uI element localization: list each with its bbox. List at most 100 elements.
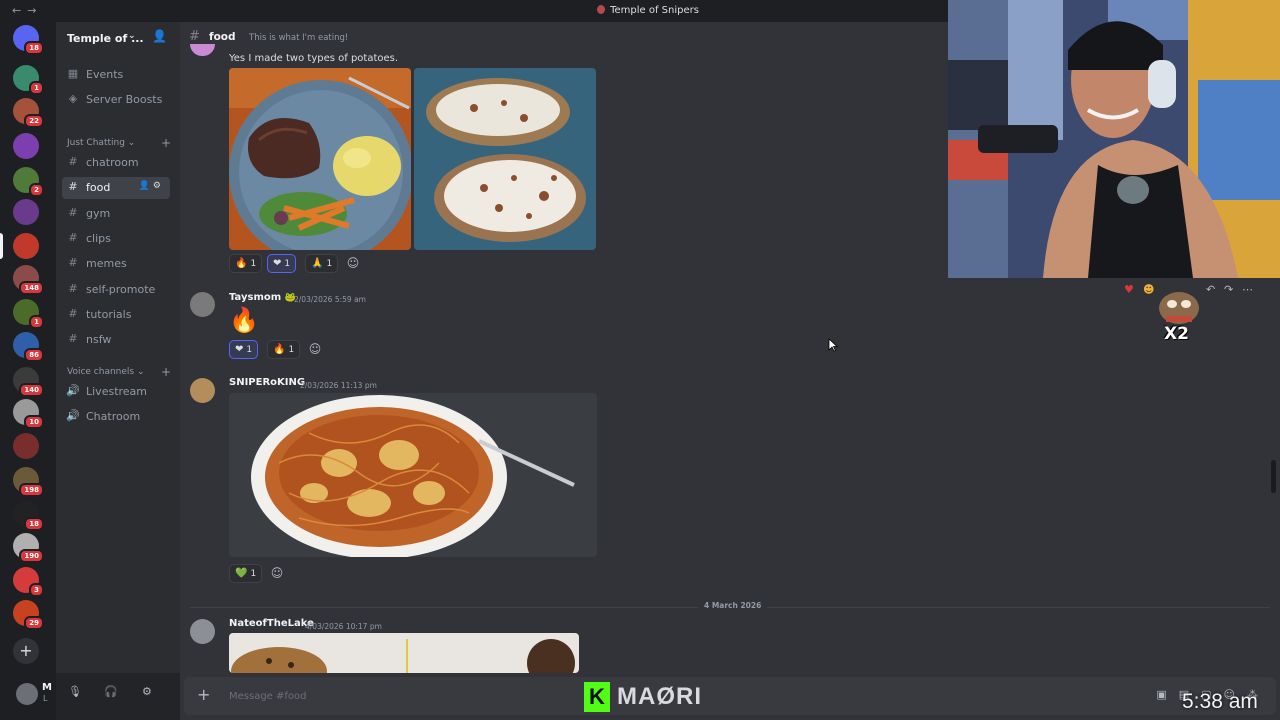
- sidebar-item-memes[interactable]: # memes: [62, 253, 170, 275]
- message-timestamp: 4/03/2026 10:17 pm: [305, 622, 382, 631]
- hash-icon: #: [68, 230, 78, 244]
- reaction-emoji: ❤: [235, 344, 244, 355]
- gear-icon[interactable]: ⚙: [142, 685, 152, 698]
- add-reaction-icon[interactable]: ☺: [269, 565, 285, 581]
- server-icon-server-9[interactable]: 1: [13, 299, 44, 329]
- clock: 5:38 am: [1182, 690, 1258, 713]
- sidebar-item-label: memes: [86, 257, 127, 271]
- sidebar-item-nsfw[interactable]: # nsfw: [62, 329, 170, 351]
- server-icon-server-11[interactable]: 140: [13, 367, 44, 397]
- unread-badge: 190: [19, 549, 44, 563]
- avatar[interactable]: [190, 44, 215, 56]
- boost-icon: ◈: [68, 92, 78, 105]
- author-name[interactable]: NateofTheLake: [229, 618, 314, 629]
- server-icon-temple-of-snipers[interactable]: [13, 233, 39, 259]
- sidebar-item-events[interactable]: ▦ Events: [62, 64, 170, 86]
- sidebar-item-label: gym: [86, 206, 111, 220]
- sidebar-item-chatroom[interactable]: # chatroom: [62, 152, 170, 174]
- reaction-count: 1: [326, 259, 333, 269]
- headphones-icon[interactable]: 🎧: [104, 685, 118, 698]
- scrollbar[interactable]: [1271, 460, 1276, 493]
- reaction-button[interactable]: ❤ 1: [267, 254, 297, 273]
- guild-header[interactable]: Temple of ... ⌄ 👤: [56, 22, 180, 54]
- add-reaction-icon[interactable]: ☺: [345, 255, 361, 271]
- add-channel-icon[interactable]: +: [161, 365, 171, 379]
- sidebar-item-label: chatroom: [86, 156, 139, 169]
- emoji-icon[interactable]: ☻: [1143, 283, 1154, 296]
- avatar[interactable]: [190, 619, 215, 644]
- add-channel-icon[interactable]: +: [161, 136, 171, 150]
- avatar[interactable]: [190, 292, 215, 317]
- reaction-button[interactable]: ❤ 1: [229, 340, 259, 359]
- sidebar-item-tutorials[interactable]: # tutorials: [62, 304, 170, 326]
- server-icon-server-4[interactable]: [13, 133, 39, 159]
- kick-logo: K MAØRI: [584, 682, 702, 712]
- noodles-photo[interactable]: [229, 393, 597, 557]
- baked-potato-photo[interactable]: [414, 68, 596, 250]
- reaction-button[interactable]: 🔥 1: [267, 340, 301, 359]
- plus-icon[interactable]: +: [197, 685, 210, 704]
- server-icon-server-6[interactable]: [13, 199, 39, 225]
- hash-icon: #: [68, 306, 78, 320]
- sidebar-item-self-promote[interactable]: # self-promote: [62, 279, 170, 301]
- message-input[interactable]: [229, 686, 629, 706]
- unread-badge: 22: [24, 114, 44, 128]
- mic-icon[interactable]: 🎙: [68, 685, 82, 698]
- add-reaction-icon[interactable]: ☺: [307, 341, 323, 357]
- server-icon-server-8[interactable]: 148: [13, 265, 44, 295]
- reaction-count: 1: [284, 259, 291, 269]
- logo-text: MAØRI: [617, 683, 702, 710]
- sidebar-item-label: food: [86, 181, 111, 195]
- sidebar-item-clips[interactable]: # clips: [62, 228, 170, 250]
- server-icon-direct-messages[interactable]: 18: [13, 25, 44, 55]
- speaker-icon: 🔊: [66, 384, 80, 397]
- server-icon-server-10[interactable]: 86: [13, 332, 44, 362]
- hash-icon: #: [68, 332, 78, 346]
- steak-photo[interactable]: [229, 68, 411, 250]
- reaction-button[interactable]: 🔥 1: [229, 254, 263, 273]
- server-icon-server-5[interactable]: 2: [13, 167, 44, 197]
- gift-icon[interactable]: ▣: [1156, 688, 1178, 701]
- selected-server-indicator: [0, 233, 3, 259]
- logo-letter: K: [584, 682, 610, 712]
- calendar-icon: ▦: [67, 67, 79, 80]
- author-name[interactable]: SNIPERoKING: [229, 377, 305, 388]
- server-icon-server-16[interactable]: 190: [13, 533, 44, 563]
- sidebar-item-server-boosts[interactable]: ◈ Server Boosts: [62, 89, 170, 111]
- server-icon-server-18[interactable]: 29: [13, 600, 44, 630]
- reaction-button[interactable]: 🙏 1: [305, 254, 339, 273]
- message-photo[interactable]: [229, 633, 579, 673]
- reaction-count: 1: [250, 259, 257, 269]
- invite-people-icon[interactable]: 👤: [152, 29, 167, 43]
- sidebar-item-gym[interactable]: # gym: [62, 203, 170, 225]
- add-server-button[interactable]: +: [13, 638, 39, 664]
- avatar[interactable]: [16, 683, 38, 705]
- forward-icon[interactable]: ↷: [1224, 283, 1233, 296]
- server-icon-server-2[interactable]: 1: [13, 65, 44, 95]
- server-icon-server-13[interactable]: [13, 433, 39, 459]
- sidebar-item-label: nsfw: [86, 333, 112, 347]
- sidebar-item-voice-chatroom[interactable]: 🔊 Chatroom: [62, 406, 170, 428]
- server-icon-server-14[interactable]: 198: [13, 467, 44, 497]
- category-voice-channels[interactable]: Voice channels ⌄ +: [67, 365, 171, 379]
- channel-sidebar: Temple of ... ⌄ 👤 ▦ Events ◈ Server Boosts J…: [16, 22, 180, 720]
- author-name[interactable]: Taysmom 🐸: [229, 292, 296, 303]
- server-icon-server-12[interactable]: 10: [13, 399, 44, 429]
- server-icon-server-3[interactable]: 22: [13, 98, 44, 128]
- server-icon-server-17[interactable]: 3: [13, 567, 44, 597]
- reaction-emoji: 🔥: [235, 258, 248, 269]
- sidebar-item-food[interactable]: # food 👤⚙: [62, 177, 170, 200]
- reaction-button[interactable]: 💚 1: [229, 564, 263, 583]
- more-icon[interactable]: ⋯: [1242, 283, 1253, 296]
- unread-badge: 1: [29, 81, 44, 95]
- category-just-chatting[interactable]: Just Chatting ⌄ +: [67, 136, 171, 150]
- sidebar-item-label: Livestream: [86, 385, 148, 398]
- reply-icon[interactable]: ↶: [1206, 283, 1215, 296]
- speaker-icon: 🔊: [66, 409, 80, 422]
- heart-icon[interactable]: ♥: [1124, 283, 1134, 296]
- avatar[interactable]: [190, 378, 215, 403]
- sidebar-item-voice-livestream[interactable]: 🔊 Livestream: [62, 381, 170, 403]
- message-timestamp: 2/03/2026 11:13 pm: [300, 381, 377, 390]
- channel-settings-icon[interactable]: 👤⚙: [139, 181, 164, 191]
- server-icon-server-15[interactable]: 18: [13, 501, 44, 531]
